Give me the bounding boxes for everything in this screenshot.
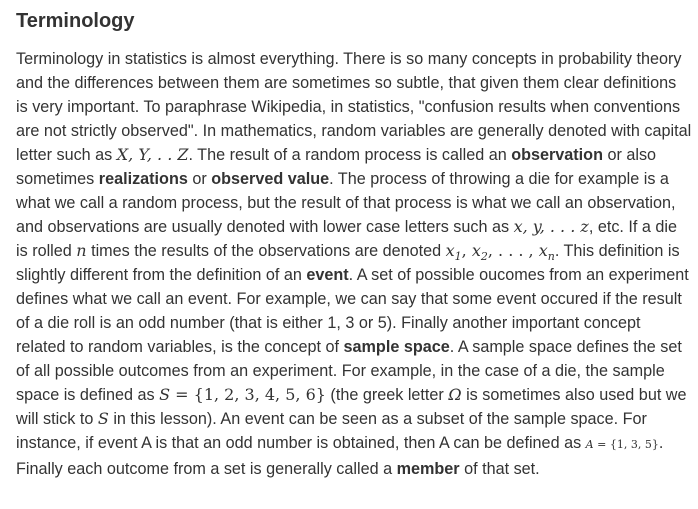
term-sample-space: sample space bbox=[343, 338, 450, 356]
text-run: times the results of the observations ar… bbox=[86, 242, 446, 260]
math-n: n bbox=[76, 241, 87, 260]
page-title: Terminology bbox=[16, 10, 135, 32]
math-capital-variables: X, Y, . . Z bbox=[116, 145, 189, 164]
text-run: in this lesson). An event can be seen as… bbox=[16, 410, 647, 452]
math-omega: Ω bbox=[448, 385, 462, 404]
term-observation: observation bbox=[511, 146, 603, 164]
math-S: S bbox=[97, 409, 109, 428]
math-sample-space-definition: S = {1, 2, 3, 4, 5, 6} bbox=[159, 385, 326, 404]
body-paragraph: Terminology in statistics is almost ever… bbox=[16, 47, 692, 481]
text-run: (the greek letter bbox=[325, 386, 449, 404]
math-observation-sequence: x1, x2, . . . , xn bbox=[445, 241, 555, 264]
term-realizations: realizations bbox=[98, 170, 188, 188]
article: Terminology Terminology in statistics is… bbox=[16, 8, 692, 481]
term-member: member bbox=[396, 460, 460, 478]
term-observed-value: observed value bbox=[211, 170, 330, 188]
math-lowercase-variables: x, y, . . . z bbox=[513, 217, 589, 236]
term-event: event bbox=[306, 266, 349, 284]
text-run: of that set. bbox=[459, 460, 540, 478]
math-event-A-definition: A = {1, 3, 5} bbox=[585, 438, 659, 451]
text-run: or bbox=[187, 170, 212, 188]
text-run: . The result of a random process is call… bbox=[188, 146, 512, 164]
